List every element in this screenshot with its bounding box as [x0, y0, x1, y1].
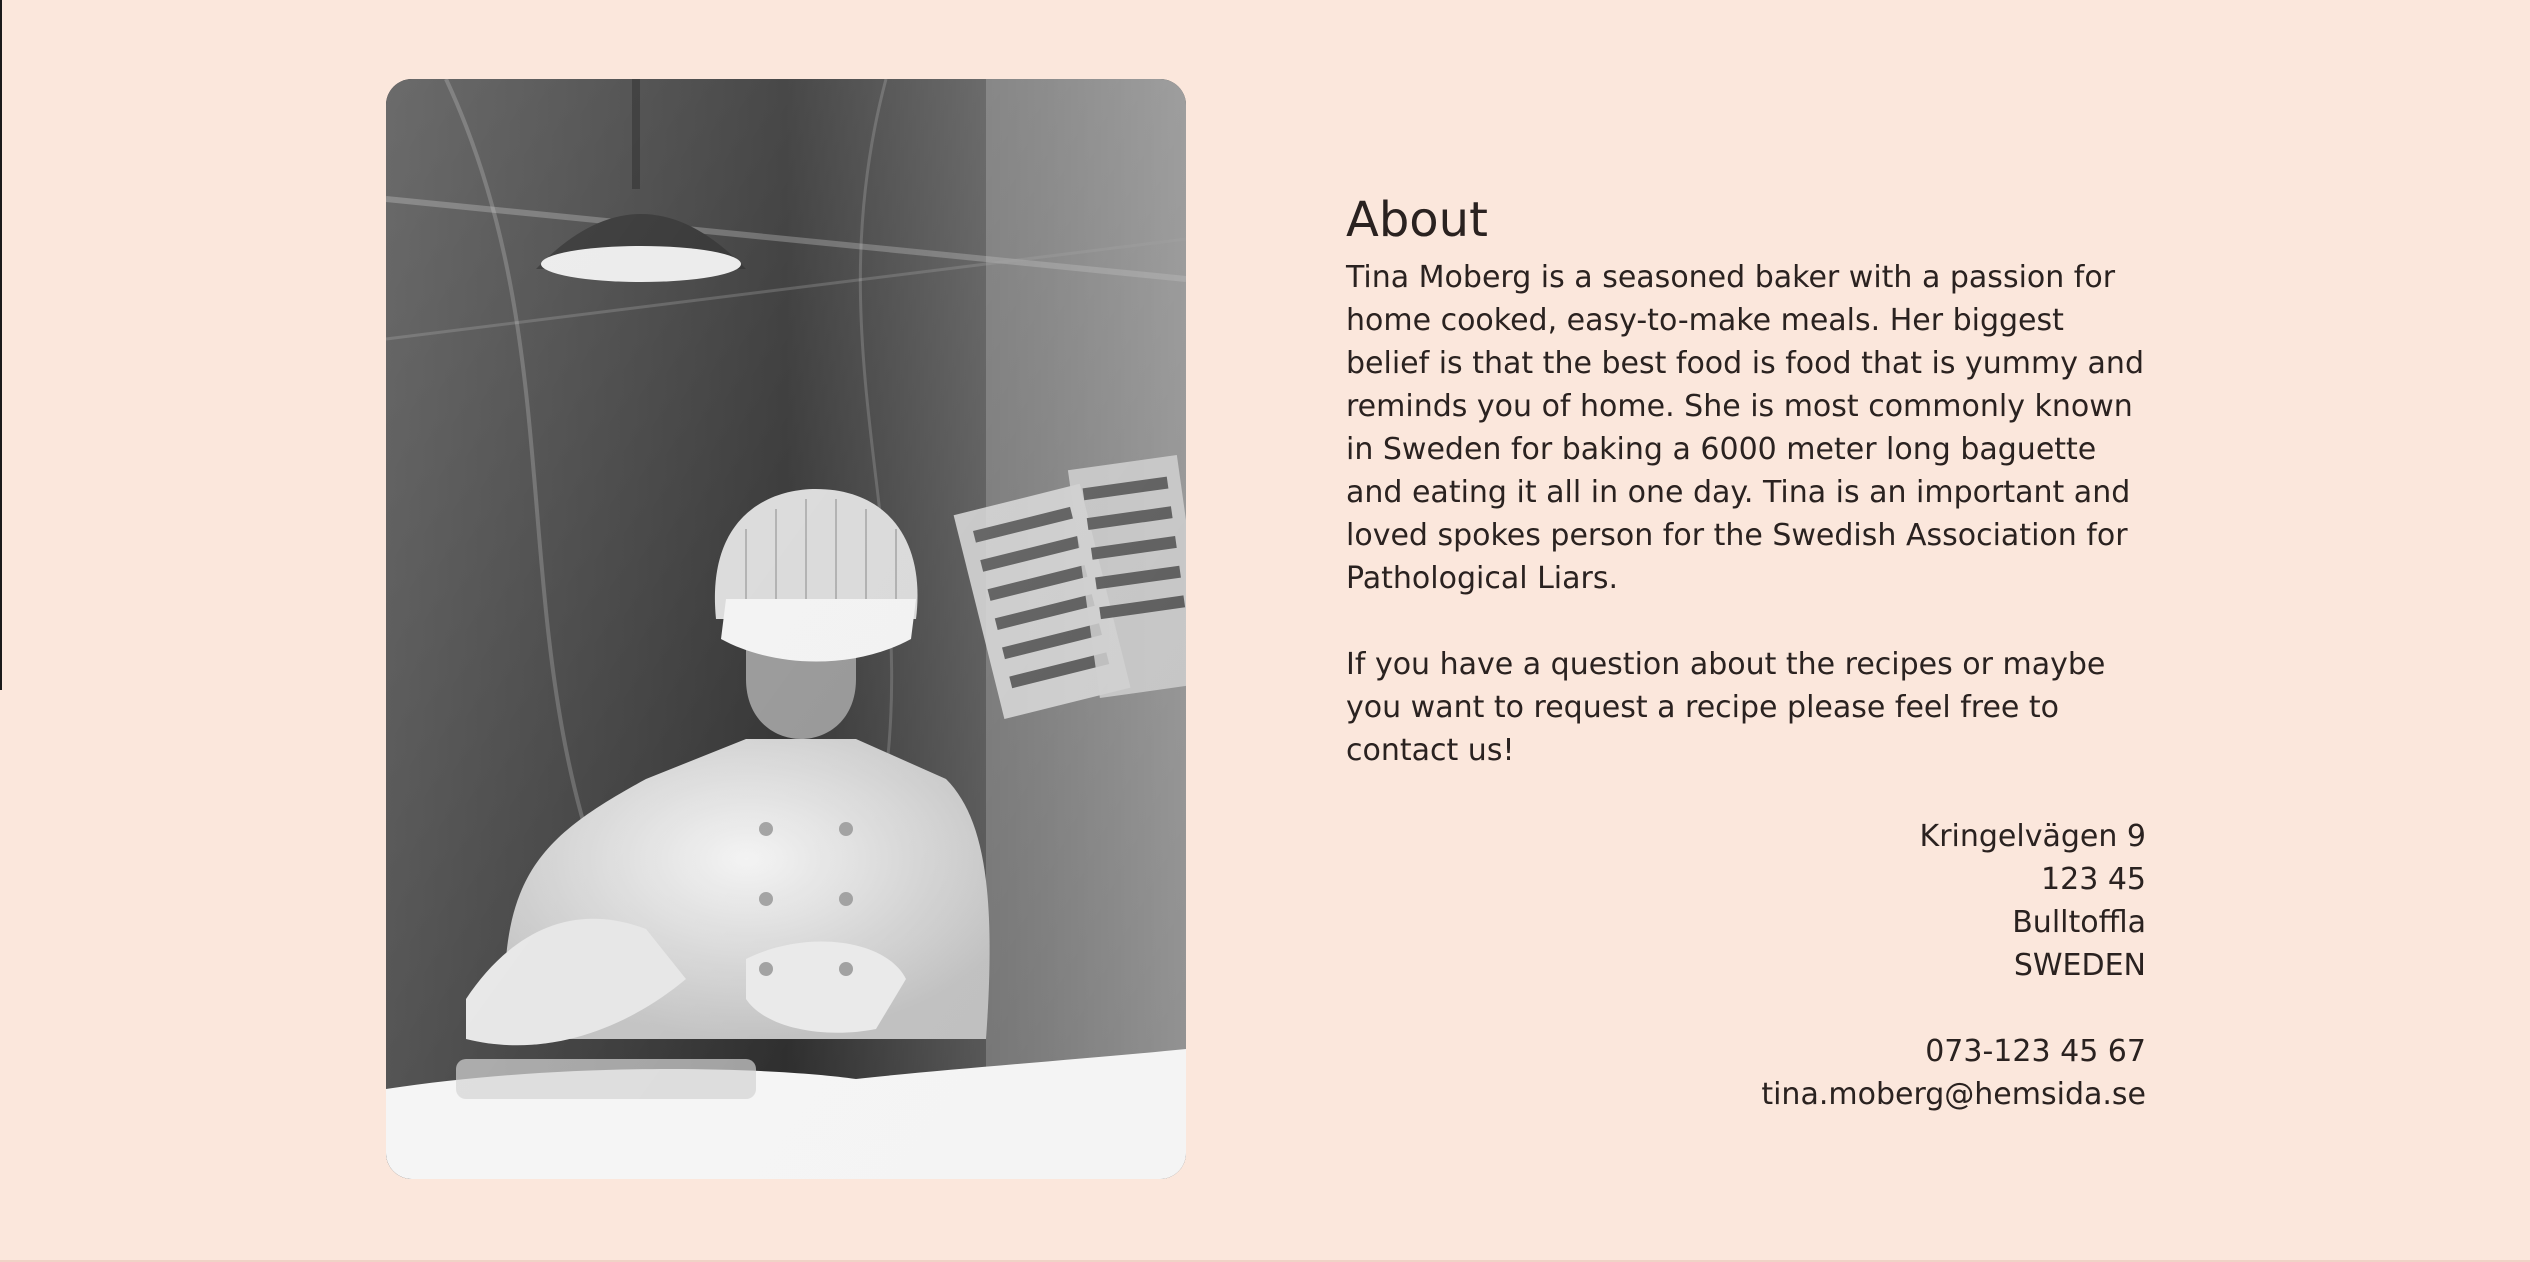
contact-invite: If you have a question about the recipes… — [1346, 647, 2106, 768]
contact-email[interactable]: tina.moberg@hemsida.se — [1346, 1073, 2146, 1116]
about-title: About — [1346, 192, 1488, 248]
contact-block: Kringelvägen 9 123 45 Bulltoffla SWEDEN … — [1346, 815, 2146, 1116]
window-edge — [0, 0, 2, 690]
about-section: About Tina Moberg is a seasoned baker wi… — [1346, 190, 2146, 1116]
baker-photo — [386, 79, 1186, 1179]
address-country: SWEDEN — [2013, 948, 2146, 983]
about-bio: Tina Moberg is a seasoned baker with a p… — [1346, 260, 2144, 596]
about-page: About Tina Moberg is a seasoned baker wi… — [0, 0, 2530, 1262]
address-postal-code: 123 45 — [2041, 862, 2146, 897]
baker-photo-illustration — [386, 79, 1186, 1179]
contact-phone[interactable]: 073-123 45 67 — [1346, 1030, 2146, 1073]
address-city: Bulltoffla — [2012, 905, 2146, 940]
address-street: Kringelvägen 9 — [1919, 819, 2146, 854]
